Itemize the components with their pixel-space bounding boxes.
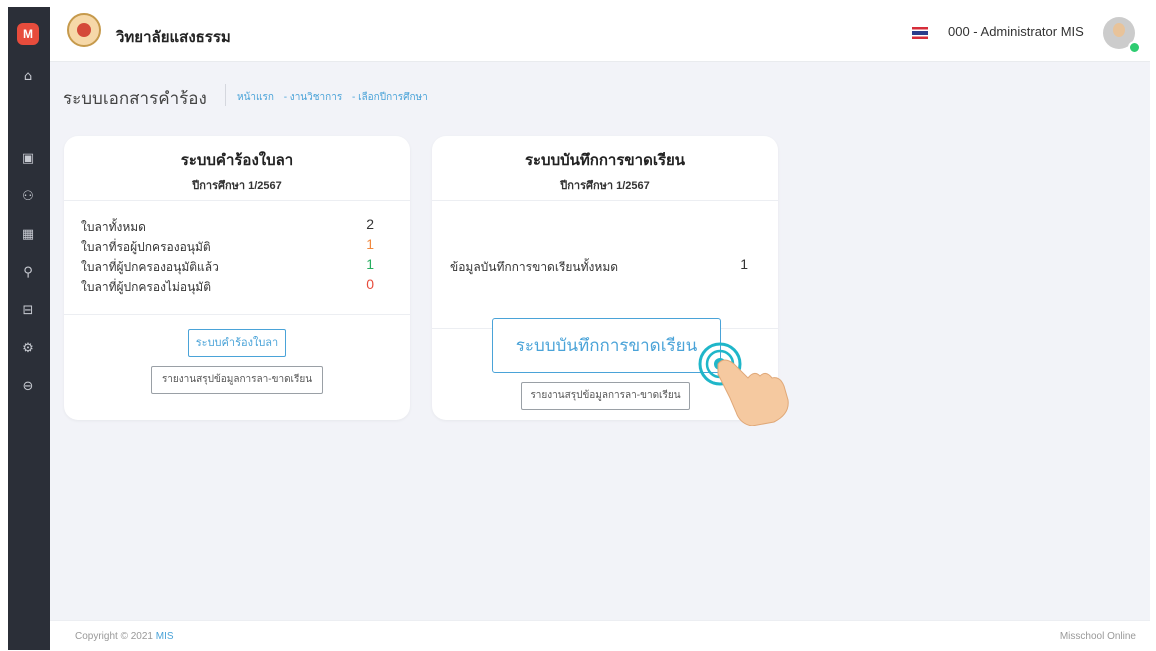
card-footer: ระบบคำร้องใบลา รายงานสรุปข้อมูลการลา-ขาด… [64, 314, 410, 421]
school-name: วิทยาลัยแสงธรรม [116, 29, 231, 46]
footer-brand: Misschool Online [1059, 631, 1136, 642]
stat-row: ใบลาที่ผู้ปกครองไม่อนุมัติ 0 [64, 274, 410, 294]
card-header: ระบบคำร้องใบลา ปีการศึกษา 1/2567 [64, 136, 410, 201]
stat-value: 1 [366, 256, 374, 272]
breadcrumb-divider [225, 84, 226, 106]
main-content: ระบบเอกสารคำร้อง หน้าแรก - งานวิชาการ - … [50, 62, 1150, 620]
user-edit-icon[interactable]: ⚲ [18, 263, 38, 283]
stat-value: 1 [740, 256, 748, 272]
copyright-brand-link[interactable]: MIS [156, 631, 174, 642]
home-icon[interactable]: ⌂ [18, 67, 38, 87]
school-logo [67, 13, 101, 47]
document-icon[interactable]: ⊟ [18, 301, 38, 321]
card-title: ระบบบันทึกการขาดเรียน [524, 152, 686, 169]
stat-value: 2 [366, 216, 374, 232]
card-header: ระบบบันทึกการขาดเรียน ปีการศึกษา 1/2567 [432, 136, 778, 201]
card-subtitle: ปีการศึกษา 1/2567 [560, 180, 650, 192]
page-title: ระบบเอกสารคำร้อง [63, 89, 207, 108]
app-logo[interactable]: M [17, 23, 39, 45]
leave-request-card: ระบบคำร้องใบลา ปีการศึกษา 1/2567 ใบลาทั้… [64, 136, 410, 420]
stat-row: ใบลาทั้งหมด 2 [64, 214, 410, 234]
breadcrumb-academic[interactable]: - งานวิชาการ [284, 92, 343, 103]
logout-icon[interactable]: ⊖ [18, 377, 38, 397]
sidebar: M ⌂ ▣ ⚇ ▦ ⚲ ⊟ ⚙ ⊖ [8, 7, 50, 650]
leave-report-button[interactable]: รายงานสรุปข้อมูลการลา-ขาดเรียน [151, 366, 323, 394]
stats-list: ใบลาทั้งหมด 2 ใบลาที่รอผู้ปกครองอนุมัติ … [64, 201, 410, 314]
copyright-prefix: Copyright © 2021 [75, 631, 156, 642]
card-title: ระบบคำร้องใบลา [180, 152, 294, 169]
absence-record-button[interactable]: ระบบบันทึกการขาดเรียน [492, 318, 721, 373]
stat-row: ใบลาที่รอผู้ปกครองอนุมัติ 1 [64, 234, 410, 254]
stats-list: ข้อมูลบันทึกการขาดเรียนทั้งหมด 1 [432, 201, 778, 328]
app-frame: M ⌂ ▣ ⚇ ▦ ⚲ ⊟ ⚙ ⊖ วิทยาลัยแสงธรรม 000 - … [0, 0, 1156, 651]
stat-value: 1 [366, 236, 374, 252]
stat-label: ใบลาที่ผู้ปกครองไม่อนุมัติ [81, 280, 211, 294]
absence-report-button[interactable]: รายงานสรุปข้อมูลการลา-ขาดเรียน [521, 382, 690, 410]
stat-row: ใบลาที่ผู้ปกครองอนุมัติแล้ว 1 [64, 254, 410, 274]
stat-value: 0 [366, 276, 374, 292]
leave-request-button[interactable]: ระบบคำร้องใบลา [188, 329, 286, 357]
user-settings-icon[interactable]: ⚙ [18, 339, 38, 359]
report-icon[interactable]: ▣ [18, 149, 38, 169]
breadcrumb-home[interactable]: หน้าแรก [237, 92, 274, 103]
thai-flag-icon[interactable] [912, 27, 928, 39]
copyright-text: Copyright © 2021 MIS [75, 631, 174, 642]
stat-label: ข้อมูลบันทึกการขาดเรียนทั้งหมด [450, 260, 619, 274]
breadcrumb-select-year[interactable]: - เลือกปีการศึกษา [352, 92, 428, 103]
user-name[interactable]: 000 - Administrator MIS [948, 24, 1084, 39]
card-subtitle: ปีการศึกษา 1/2567 [192, 180, 282, 192]
online-status-icon [1128, 41, 1141, 54]
tap-hand-icon [698, 342, 789, 426]
users-icon[interactable]: ⚇ [18, 187, 38, 207]
footer: Copyright © 2021 MIS Misschool Online [50, 620, 1150, 651]
stat-row: ข้อมูลบันทึกการขาดเรียนทั้งหมด 1 [432, 254, 778, 274]
breadcrumb: หน้าแรก - งานวิชาการ - เลือกปีการศึกษา [237, 90, 435, 105]
top-bar: วิทยาลัยแสงธรรม 000 - Administrator MIS [50, 7, 1150, 62]
table-icon[interactable]: ▦ [18, 225, 38, 245]
